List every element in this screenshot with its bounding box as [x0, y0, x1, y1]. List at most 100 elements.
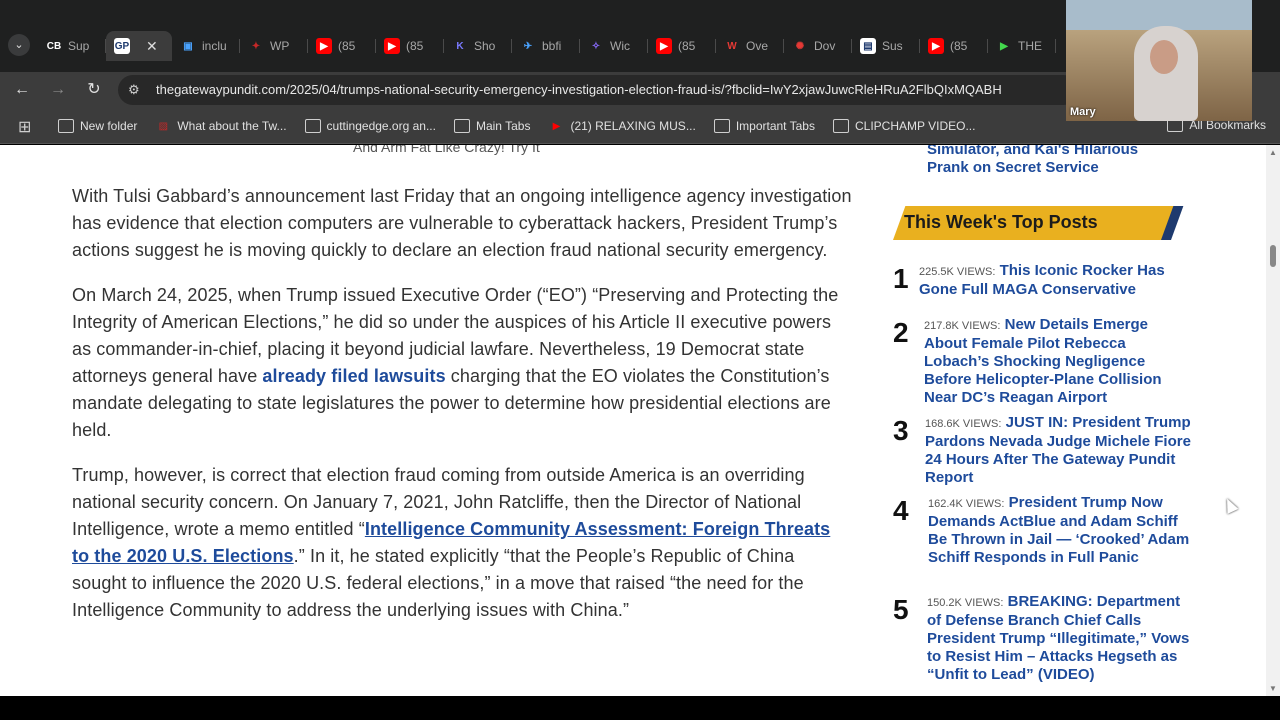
- folder-icon: [453, 119, 470, 133]
- tab-favicon-icon: ▣: [180, 38, 196, 54]
- bookmark-item[interactable]: Important Tabs: [713, 119, 815, 133]
- bookmark-item[interactable]: Main Tabs: [453, 119, 531, 133]
- tab-favicon-icon: ✧: [588, 38, 604, 54]
- top-post-views: 225.5K VIEWS:: [919, 266, 996, 278]
- tab-favicon-icon: ✦: [248, 38, 264, 54]
- top-posts-title: This Week's Top Posts: [904, 212, 1098, 232]
- tab-label: Wic: [610, 39, 630, 53]
- folder-icon: [304, 119, 321, 133]
- top-post-rank: 2: [893, 317, 909, 348]
- tab-favicon-icon: ▶: [384, 38, 400, 54]
- sidebar-previous-link[interactable]: Simulator, and Kai's Hilarious Prank on …: [927, 145, 1167, 177]
- tab-favicon-icon: W: [724, 38, 740, 54]
- top-post-views: 217.8K VIEWS:: [924, 320, 1001, 332]
- browser-tab[interactable]: ✈ bbfi: [512, 31, 580, 61]
- tab-label: Ove: [746, 39, 769, 53]
- address-bar[interactable]: ⚙ thegatewaypundit.com/2025/04/trumps-na…: [118, 75, 1078, 105]
- lawsuits-link[interactable]: already filed lawsuits: [262, 366, 445, 386]
- tab-favicon-icon: ▶: [996, 38, 1012, 54]
- browser-tab[interactable]: GP ✕: [106, 31, 172, 61]
- back-button[interactable]: ←: [10, 78, 34, 102]
- article-body: With Tulsi Gabbard’s announcement last F…: [72, 183, 852, 642]
- browser-tab[interactable]: ▶ (85: [308, 31, 376, 61]
- ad-caption[interactable]: And Arm Fat Like Crazy! Try It: [353, 145, 540, 155]
- tab-favicon-icon: ▶: [928, 38, 944, 54]
- bookmark-label: (21) RELAXING MUS...: [570, 119, 696, 133]
- browser-tab[interactable]: ✺ Dov: [784, 31, 852, 61]
- top-post-text: 168.6K VIEWS: JUST IN: President Trump P…: [925, 414, 1191, 487]
- tab-search-button[interactable]: ⌄: [8, 34, 30, 56]
- bookmark-label: Important Tabs: [735, 119, 815, 133]
- bookmark-item[interactable]: CLIPCHAMP VIDEO...: [832, 119, 976, 133]
- tab-label: (85: [678, 39, 696, 53]
- apps-grid-icon[interactable]: ⊞: [18, 117, 31, 137]
- tab-label: (85: [338, 39, 356, 53]
- scrollbar[interactable]: ▲ ▼: [1266, 145, 1280, 696]
- folder-icon: [832, 119, 849, 133]
- browser-tab[interactable]: K Sho: [444, 31, 512, 61]
- scrollbar-thumb[interactable]: [1270, 245, 1276, 267]
- top-post-rank: 5: [893, 594, 909, 625]
- browser-tab[interactable]: ▶ (85: [920, 31, 988, 61]
- browser-tab[interactable]: CB Sup: [38, 31, 106, 61]
- bookmark-label: cuttingedge.org an...: [326, 119, 436, 133]
- browser-tab[interactable]: ✦ WP: [240, 31, 308, 61]
- top-post-views: 150.2K VIEWS:: [927, 597, 1004, 609]
- browser-tab[interactable]: ▣ inclu: [172, 31, 240, 61]
- tab-favicon-icon: ▶: [656, 38, 672, 54]
- webcam-face: [1150, 40, 1178, 74]
- top-posts-header: This Week's Top Posts: [893, 206, 1184, 240]
- article-paragraph-1: With Tulsi Gabbard’s announcement last F…: [72, 186, 852, 260]
- url-text[interactable]: thegatewaypundit.com/2025/04/trumps-nati…: [156, 82, 1066, 97]
- tab-favicon-icon: ✺: [792, 38, 808, 54]
- site-favicon-icon: ▶: [552, 120, 561, 132]
- reload-button[interactable]: ↻: [82, 78, 106, 102]
- tab-label: THE: [1018, 39, 1042, 53]
- tab-label: Sho: [474, 39, 496, 53]
- tab-favicon-icon: ✈: [520, 38, 536, 54]
- site-info-icon[interactable]: ⚙: [128, 82, 140, 98]
- scroll-down-icon[interactable]: ▼: [1269, 684, 1277, 693]
- top-post-rank: 3: [893, 415, 909, 446]
- forward-button[interactable]: →: [46, 78, 70, 102]
- folder-icon: [58, 119, 74, 133]
- bookmark-label: New folder: [80, 119, 138, 133]
- browser-tab[interactable]: ✧ Wic: [580, 31, 648, 61]
- close-tab-icon[interactable]: ✕: [146, 38, 158, 55]
- tab-label: Sus: [882, 39, 903, 53]
- browser-window: ⌄ CB Sup GP ✕ ▣ inclu ✦ WP ▶ (85 ▶ (85 K Sho ✈ bbfi ✧ Wic…: [0, 0, 1280, 720]
- article-paragraph-2: On March 24, 2025, when Trump issued Exe…: [72, 282, 852, 444]
- tab-label: inclu: [202, 39, 227, 53]
- tab-label: bbfi: [542, 39, 562, 53]
- browser-tab[interactable]: ▶ THE: [988, 31, 1056, 61]
- bookmark-item[interactable]: cuttingedge.org an...: [304, 119, 436, 133]
- tab-label: WP: [270, 39, 290, 53]
- tab-label: Sup: [68, 39, 90, 53]
- bookmark-item[interactable]: New folder: [58, 119, 137, 133]
- bookmark-label: Main Tabs: [475, 119, 531, 133]
- article-paragraph-3: Trump, however, is correct that election…: [72, 462, 852, 624]
- tab-favicon-icon: GP: [114, 38, 130, 54]
- page-content: And Arm Fat Like Crazy! Try It With Tuls…: [0, 145, 1266, 696]
- browser-tab[interactable]: ▶ (85: [376, 31, 444, 61]
- top-post-views: 168.6K VIEWS:: [925, 418, 1002, 430]
- webcam-name: Mary: [1070, 106, 1096, 118]
- scroll-up-icon[interactable]: ▲: [1269, 148, 1277, 157]
- top-post-rank: 1: [893, 263, 909, 294]
- bookmark-item[interactable]: ▨ What about the Tw...: [155, 119, 287, 133]
- bookmark-item[interactable]: ▶ (21) RELAXING MUS...: [548, 119, 696, 133]
- top-post-text: 162.4K VIEWS: President Trump Now Demand…: [928, 494, 1194, 567]
- browser-tab[interactable]: ▤ Sus: [852, 31, 920, 61]
- top-post-text: 225.5K VIEWS: This Iconic Rocker Has Gon…: [919, 262, 1185, 299]
- browser-tab[interactable]: W Ove: [716, 31, 784, 61]
- tab-list: CB Sup GP ✕ ▣ inclu ✦ WP ▶ (85 ▶ (85 K Sho ✈ bbfi ✧ Wic ▶ (…: [38, 31, 1056, 61]
- tab-label: Dov: [814, 39, 836, 53]
- webcam-overlay: Mary: [1066, 0, 1252, 121]
- tab-favicon-icon: CB: [46, 38, 62, 54]
- tab-favicon-icon: ▤: [860, 38, 876, 54]
- bookmark-label: What about the Tw...: [177, 119, 287, 133]
- bookmark-label: CLIPCHAMP VIDEO...: [854, 119, 976, 133]
- browser-tab[interactable]: ▶ (85: [648, 31, 716, 61]
- tab-label: (85: [406, 39, 424, 53]
- top-post-rank: 4: [893, 495, 909, 526]
